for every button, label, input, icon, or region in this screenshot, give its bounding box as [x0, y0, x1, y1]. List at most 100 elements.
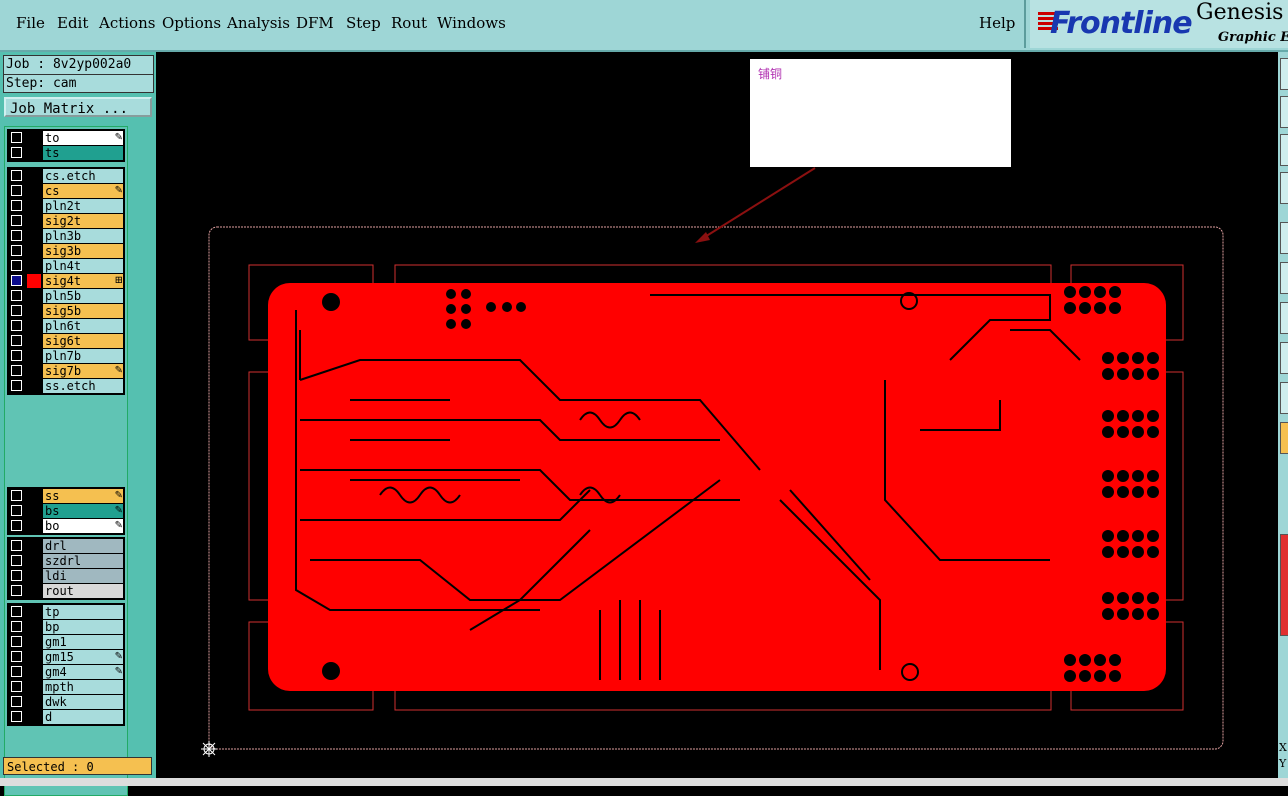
layer-row[interactable]: ss.etch	[7, 379, 125, 393]
layer-checkbox[interactable]	[11, 260, 22, 271]
layer-row[interactable]: pln6t	[7, 319, 125, 333]
layer-name[interactable]: ts	[43, 146, 123, 160]
menu-step[interactable]: Step	[346, 14, 381, 32]
layer-row[interactable]: drl	[7, 539, 125, 553]
layer-name[interactable]: to	[43, 131, 123, 145]
layer-checkbox[interactable]	[11, 320, 22, 331]
layer-checkbox[interactable]	[11, 215, 22, 226]
layer-name[interactable]: dwk	[43, 695, 123, 709]
menu-dfm[interactable]: DFM	[296, 14, 334, 32]
layer-row[interactable]: sig4t ⊞	[7, 274, 125, 288]
layer-checkbox[interactable]	[11, 585, 22, 596]
layer-checkbox[interactable]	[11, 147, 22, 158]
menu-actions[interactable]: Actions	[99, 14, 155, 32]
layer-name[interactable]: pln3b	[43, 229, 123, 243]
layer-name[interactable]: ldi	[43, 569, 123, 583]
layer-row[interactable]: szdrl	[7, 554, 125, 568]
layer-row[interactable]: sig3b	[7, 244, 125, 258]
layer-name[interactable]: ss.etch	[43, 379, 123, 393]
layer-checkbox[interactable]	[11, 636, 22, 647]
layer-name[interactable]: sig2t	[43, 214, 123, 228]
layer-name[interactable]: gm1	[43, 635, 123, 649]
layer-checkbox[interactable]	[11, 290, 22, 301]
layer-name[interactable]: cs	[43, 184, 123, 198]
layer-row[interactable]: ldi	[7, 569, 125, 583]
layer-name[interactable]: pln6t	[43, 319, 123, 333]
layer-row[interactable]: mpth	[7, 680, 125, 694]
layer-row[interactable]: bs ✎	[7, 504, 125, 518]
layer-row[interactable]: gm1	[7, 635, 125, 649]
menu-windows[interactable]: Windows	[437, 14, 506, 32]
layer-checkbox[interactable]	[11, 555, 22, 566]
layer-row[interactable]: gm15 ✎	[7, 650, 125, 664]
pcb-view[interactable]	[158, 52, 1278, 778]
layer-name[interactable]: ss	[43, 489, 123, 503]
layer-name[interactable]: tp	[43, 605, 123, 619]
layer-row[interactable]: pln4t	[7, 259, 125, 273]
annotation-note[interactable]: 铺铜	[750, 59, 1011, 167]
layer-checkbox[interactable]	[11, 305, 22, 316]
menu-options[interactable]: Options	[162, 14, 221, 32]
layer-name[interactable]: pln4t	[43, 259, 123, 273]
tool-button-5[interactable]	[1280, 222, 1288, 254]
layer-row[interactable]: ts	[7, 146, 125, 160]
layer-checkbox[interactable]	[11, 245, 22, 256]
layer-row[interactable]: ss ✎	[7, 489, 125, 503]
layer-checkbox[interactable]	[11, 570, 22, 581]
layer-name[interactable]: sig7b	[43, 364, 123, 378]
layer-checkbox[interactable]	[11, 711, 22, 722]
layer-checkbox[interactable]	[11, 651, 22, 662]
layer-checkbox[interactable]	[11, 380, 22, 391]
layer-name[interactable]: sig3b	[43, 244, 123, 258]
layer-name[interactable]: bo	[43, 519, 123, 533]
layer-row[interactable]: to ✎	[7, 131, 125, 145]
layer-row[interactable]: sig2t	[7, 214, 125, 228]
tool-button-2[interactable]	[1280, 96, 1288, 128]
layer-name[interactable]: pln2t	[43, 199, 123, 213]
layer-checkbox[interactable]	[11, 335, 22, 346]
layer-row[interactable]: cs.etch	[7, 169, 125, 183]
layer-row[interactable]: pln5b	[7, 289, 125, 303]
layer-row[interactable]: bp	[7, 620, 125, 634]
layer-name[interactable]: cs.etch	[43, 169, 123, 183]
menu-edit[interactable]: Edit	[57, 14, 88, 32]
layer-row[interactable]: sig6t	[7, 334, 125, 348]
tool-button-8[interactable]	[1280, 342, 1288, 374]
layer-name[interactable]: mpth	[43, 680, 123, 694]
layer-name[interactable]: drl	[43, 539, 123, 553]
layer-checkbox[interactable]	[11, 666, 22, 677]
layer-name[interactable]: szdrl	[43, 554, 123, 568]
layer-name[interactable]: d	[43, 710, 123, 724]
layer-checkbox[interactable]	[11, 520, 22, 531]
layer-checkbox[interactable]	[11, 696, 22, 707]
layer-checkbox[interactable]	[11, 170, 22, 181]
job-matrix-button[interactable]: Job Matrix ...	[4, 97, 152, 117]
layer-checkbox[interactable]	[11, 505, 22, 516]
layer-checkbox[interactable]	[11, 490, 22, 501]
layer-row[interactable]: dwk	[7, 695, 125, 709]
layer-row[interactable]: pln2t	[7, 199, 125, 213]
tool-button-11[interactable]	[1280, 534, 1288, 636]
layer-checkbox[interactable]	[11, 540, 22, 551]
layer-name[interactable]: sig6t	[43, 334, 123, 348]
tool-button-10[interactable]	[1280, 422, 1288, 454]
layer-checkbox[interactable]	[11, 132, 22, 143]
layer-row[interactable]: bo ✎	[7, 519, 125, 533]
layer-row[interactable]: cs ✎	[7, 184, 125, 198]
layer-name[interactable]: pln5b	[43, 289, 123, 303]
layer-checkbox[interactable]	[11, 621, 22, 632]
layer-row[interactable]: tp	[7, 605, 125, 619]
layer-row[interactable]: sig5b	[7, 304, 125, 318]
menu-file[interactable]: File	[16, 14, 45, 32]
tool-button-9[interactable]	[1280, 382, 1288, 414]
menu-rout[interactable]: Rout	[391, 14, 427, 32]
tool-button-3[interactable]	[1280, 134, 1288, 166]
graphics-canvas[interactable]	[158, 52, 1278, 778]
layer-name[interactable]: bs	[43, 504, 123, 518]
layer-checkbox[interactable]	[11, 681, 22, 692]
tool-button-7[interactable]	[1280, 302, 1288, 334]
layer-checkbox[interactable]	[11, 230, 22, 241]
layer-checkbox[interactable]	[11, 200, 22, 211]
layer-checkbox[interactable]	[11, 350, 22, 361]
layer-row[interactable]: d	[7, 710, 125, 724]
